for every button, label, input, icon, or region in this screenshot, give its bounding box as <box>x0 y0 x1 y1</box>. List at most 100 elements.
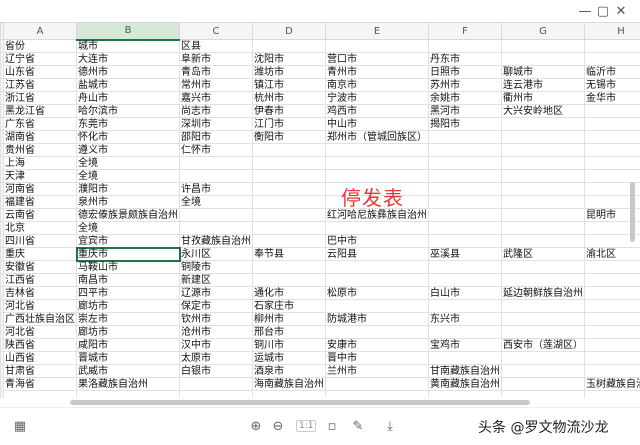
cell-g22[interactable] <box>501 312 585 326</box>
cell-g24[interactable]: 西安市（莲湖区） <box>501 338 585 352</box>
cell-b17[interactable]: 重庆市 <box>75 246 181 262</box>
cell-a14[interactable]: 云南省 <box>3 208 77 222</box>
cell-g1[interactable] <box>501 39 585 53</box>
cell-a7[interactable]: 广东省 <box>3 117 77 131</box>
cell-a3[interactable]: 山东省 <box>3 65 77 79</box>
cell-a26[interactable]: 甘肃省 <box>3 364 77 378</box>
cell-a9[interactable]: 贵州省 <box>3 143 77 157</box>
cell-h19[interactable] <box>584 273 640 287</box>
cell-a12[interactable]: 河南省 <box>3 182 77 196</box>
cell-h17[interactable]: 渝北区 <box>584 247 640 261</box>
cell-f6[interactable]: 黑河市 <box>428 104 502 118</box>
cell-a24[interactable]: 陕西省 <box>3 338 77 352</box>
cell-f27[interactable]: 黄南藏族自治州 <box>428 377 502 391</box>
cell-a6[interactable]: 黑龙江省 <box>3 104 77 118</box>
cell-b21[interactable]: 廊坊市 <box>76 299 180 313</box>
cell-f17[interactable]: 巫溪县 <box>428 247 502 261</box>
cell-a1[interactable]: 省份 <box>3 39 77 53</box>
cell-f13[interactable] <box>428 195 502 209</box>
edit-icon[interactable]: ✎ <box>348 416 368 436</box>
cell-d18[interactable] <box>252 260 326 274</box>
column-header-a[interactable]: A <box>3 22 77 40</box>
cell-f25[interactable] <box>428 351 502 365</box>
cell-d13[interactable] <box>252 195 326 209</box>
cell-d20[interactable]: 通化市 <box>252 286 326 300</box>
cell-d17[interactable]: 奉节县 <box>252 247 326 261</box>
cell-g20[interactable]: 延边朝鲜族自治州 <box>501 286 585 300</box>
cell-f2[interactable]: 丹东市 <box>428 52 502 66</box>
cell-c11[interactable] <box>179 169 253 183</box>
cell-e14[interactable]: 红河哈尼族彝族自治州 <box>325 208 429 222</box>
cell-e18[interactable] <box>325 260 429 274</box>
cell-a2[interactable]: 辽宁省 <box>3 52 77 66</box>
cell-g14[interactable] <box>501 208 585 222</box>
cell-c9[interactable]: 仁怀市 <box>179 143 253 157</box>
cell-g12[interactable] <box>501 182 585 196</box>
fit-icon[interactable]: ▫ <box>322 416 342 436</box>
cell-g2[interactable] <box>501 52 585 66</box>
cell-e2[interactable]: 营口市 <box>325 52 429 66</box>
cell-h10[interactable] <box>584 156 640 170</box>
cell-h5[interactable]: 金华市 <box>584 91 640 105</box>
cell-d9[interactable] <box>252 143 326 157</box>
cell-c10[interactable] <box>179 156 253 170</box>
grid-icon[interactable]: ▦ <box>10 416 30 436</box>
cell-e10[interactable] <box>325 156 429 170</box>
close-icon[interactable]: ✕ <box>611 2 631 20</box>
cell-b12[interactable]: 濮阳市 <box>76 182 180 196</box>
cell-e25[interactable]: 晋中市 <box>325 351 429 365</box>
cell-b9[interactable]: 遵义市 <box>76 143 180 157</box>
cell-d5[interactable]: 杭州市 <box>252 91 326 105</box>
cell-f9[interactable] <box>428 143 502 157</box>
cell-b20[interactable]: 四平市 <box>76 286 180 300</box>
cell-e23[interactable] <box>325 325 429 339</box>
cell-e22[interactable]: 防城港市 <box>325 312 429 326</box>
cell-b18[interactable]: 马鞍山市 <box>76 260 180 274</box>
cell-c21[interactable]: 保定市 <box>179 299 253 313</box>
cell-e9[interactable] <box>325 143 429 157</box>
cell-e5[interactable]: 宁波市 <box>325 91 429 105</box>
cell-e6[interactable]: 鸡西市 <box>325 104 429 118</box>
cell-a8[interactable]: 湖南省 <box>3 130 77 144</box>
vertical-scrollbar-thumb[interactable] <box>630 182 635 242</box>
cell-h3[interactable]: 临沂市 <box>584 65 640 79</box>
cell-g17[interactable]: 武隆区 <box>501 247 585 261</box>
spreadsheet-grid[interactable]: ABCDEFGHIJKLM 省份城市区县辽宁省大连市阜新市沈阳市营口市丹东市山东… <box>0 22 640 407</box>
zoom-out-icon[interactable]: ⊖ <box>268 416 288 436</box>
cell-f22[interactable]: 东兴市 <box>428 312 502 326</box>
cell-f11[interactable] <box>428 169 502 183</box>
cell-c1[interactable]: 区县 <box>179 39 253 53</box>
cell-b8[interactable]: 怀化市 <box>76 130 180 144</box>
cell-f4[interactable]: 苏州市 <box>428 78 502 92</box>
cell-f10[interactable] <box>428 156 502 170</box>
cell-h8[interactable] <box>584 130 640 144</box>
cell-h9[interactable] <box>584 143 640 157</box>
zoom-in-icon[interactable]: ⊕ <box>246 416 266 436</box>
cell-c19[interactable]: 新建区 <box>179 273 253 287</box>
cell-f3[interactable]: 日照市 <box>428 65 502 79</box>
cell-a22[interactable]: 广西壮族自治区 <box>3 312 77 326</box>
cell-f16[interactable] <box>428 234 502 248</box>
cell-c4[interactable]: 常州市 <box>179 78 253 92</box>
cell-g7[interactable] <box>501 117 585 131</box>
cell-e7[interactable]: 中山市 <box>325 117 429 131</box>
cell-b2[interactable]: 大连市 <box>76 52 180 66</box>
cell-b5[interactable]: 舟山市 <box>76 91 180 105</box>
cell-a18[interactable]: 安徽省 <box>3 260 77 274</box>
cell-b7[interactable]: 东莞市 <box>76 117 180 131</box>
cell-g13[interactable] <box>501 195 585 209</box>
cell-g5[interactable]: 衢州市 <box>501 91 585 105</box>
cell-g15[interactable] <box>501 221 585 235</box>
cell-d15[interactable] <box>252 221 326 235</box>
cell-b15[interactable]: 全境 <box>76 221 180 235</box>
cell-g11[interactable] <box>501 169 585 183</box>
cell-a13[interactable]: 福建省 <box>3 195 77 209</box>
cell-b1[interactable]: 城市 <box>76 39 180 53</box>
cell-f26[interactable]: 甘南藏族自治州 <box>428 364 502 378</box>
cell-c25[interactable]: 太原市 <box>179 351 253 365</box>
cell-b10[interactable]: 全境 <box>76 156 180 170</box>
cell-b25[interactable]: 晋城市 <box>76 351 180 365</box>
cell-e26[interactable]: 兰州市 <box>325 364 429 378</box>
cell-d23[interactable]: 邢台市 <box>252 325 326 339</box>
cell-e20[interactable]: 松原市 <box>325 286 429 300</box>
